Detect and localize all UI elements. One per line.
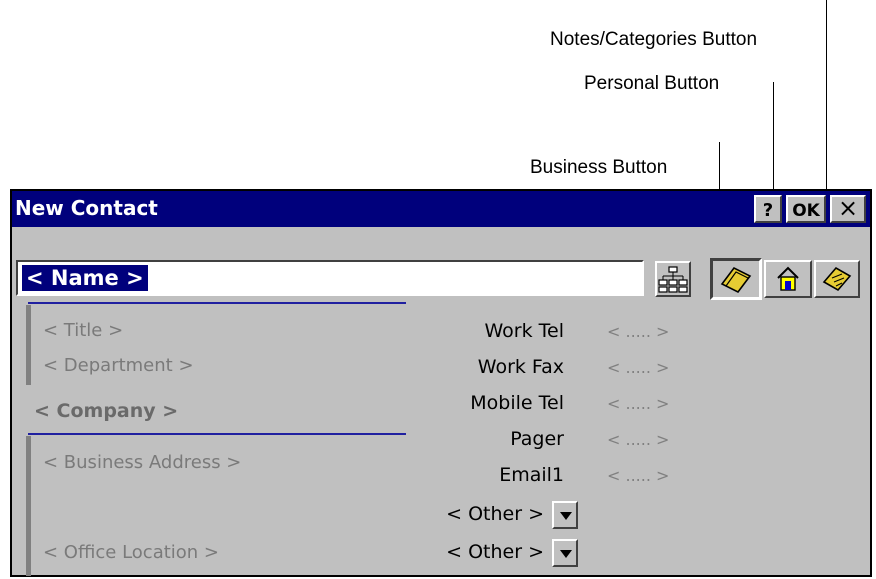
notes-categories-button[interactable] [814,260,860,298]
company-field[interactable]: < Company > [34,400,178,422]
other-label-2: < Other > [446,541,544,563]
department-field[interactable]: < Department > [43,355,194,376]
divider-company [28,433,406,435]
business-address-field[interactable]: < Business Address > [43,452,241,473]
work-fax-value[interactable]: < ..... > [607,358,669,377]
title-field[interactable]: < Title > [43,320,123,341]
pager-value[interactable]: < ..... > [607,430,669,449]
house-icon [777,266,799,291]
name-value: < Name > [22,265,148,291]
callout-notes: Notes/Categories Button [550,29,758,50]
divider-top [28,302,406,304]
callout-personal: Personal Button [584,73,720,94]
work-tel-label: Work Tel [484,320,565,342]
callout-business: Business Button [530,157,668,178]
business-button[interactable] [710,258,762,300]
name-field[interactable]: < Name > [16,260,644,296]
other-dropdown-2[interactable] [552,539,578,567]
work-tel-value[interactable]: < ..... > [607,322,669,341]
window-title: New Contact [15,196,158,220]
email1-value[interactable]: < ..... > [607,466,669,485]
office-location-field[interactable]: < Office Location > [43,542,219,563]
address-book-button[interactable] [655,261,691,297]
pager-label: Pager [510,428,564,450]
other-label-1: < Other > [446,503,544,525]
email1-label: Email1 [499,464,564,486]
title-group-bar [26,305,31,385]
other-dropdown-1[interactable] [552,501,578,529]
mobile-tel-label: Mobile Tel [470,392,564,414]
folder-icon [720,266,752,294]
help-button[interactable]: ? [754,195,782,223]
ok-button[interactable]: OK [786,195,826,223]
close-button[interactable]: × [830,195,866,223]
personal-button[interactable] [764,260,812,298]
address-group-bar [26,436,31,576]
notes-icon [822,266,852,292]
address-book-icon [658,266,688,293]
mobile-tel-value[interactable]: < ..... > [607,394,669,413]
title-bar: New Contact ? OK × [12,191,870,227]
work-fax-label: Work Fax [477,356,564,378]
